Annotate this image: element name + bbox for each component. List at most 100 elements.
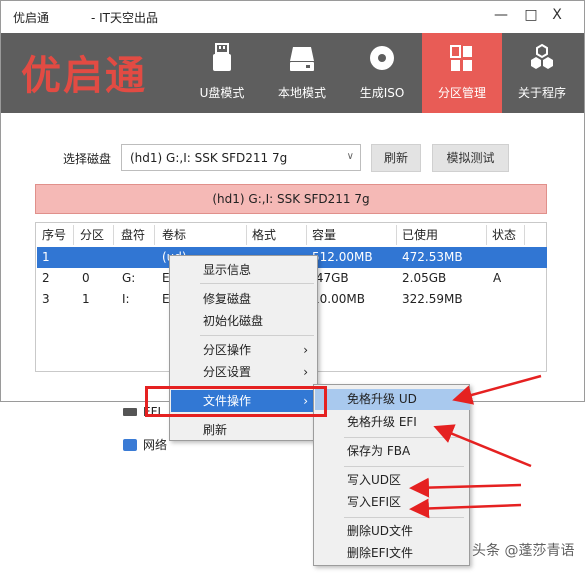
hard-disk-icon <box>290 47 314 71</box>
col-header[interactable]: 格式 <box>252 225 276 245</box>
menu-item-label: 免格升级 EFI <box>347 415 417 429</box>
col-header[interactable]: 容量 <box>312 225 336 245</box>
menu-item-delete-efi[interactable]: 删除EFI文件 <box>315 543 470 564</box>
disc-icon <box>370 46 394 70</box>
window-title: 优启通 <box>13 11 50 25</box>
cell: 0 <box>82 271 90 285</box>
menu-separator <box>344 466 464 467</box>
annotation-highlight-box <box>145 386 327 417</box>
disk-banner: (hd1) G:,I: SSK SFD211 7g <box>35 184 547 214</box>
cell: 512.00MB <box>312 250 373 264</box>
cell: 2 <box>42 271 50 285</box>
col-divider <box>306 225 307 245</box>
usb-drive-icon <box>213 43 231 71</box>
chevron-right-icon: › <box>303 365 308 379</box>
nav-label: 本地模式 <box>277 86 326 100</box>
menu-item-label: 写入UD区 <box>347 473 402 487</box>
col-divider <box>396 225 397 245</box>
col-header[interactable]: 盘符 <box>121 225 145 245</box>
cell: 2.05GB <box>402 271 447 285</box>
cell: 1 <box>42 250 50 264</box>
hexagon-cluster-icon <box>531 43 553 69</box>
disk-select-label: 选择磁盘 <box>63 152 112 166</box>
menu-separator <box>200 283 314 284</box>
partition-grid-icon <box>450 45 472 71</box>
col-divider <box>113 225 114 245</box>
disk-select-value: (hd1) G:,I: SSK SFD211 7g <box>130 151 288 165</box>
nav-label: 分区管理 <box>437 86 486 100</box>
menu-item-label: 初始化磁盘 <box>203 314 264 328</box>
bg-network-label: 网络 <box>143 438 168 452</box>
cell: 322.59MB <box>402 292 463 306</box>
nav-label: U盘模式 <box>199 86 245 100</box>
menu-item-label: 保存为 FBA <box>347 444 411 458</box>
nav-about[interactable]: 关于程序 <box>502 33 582 113</box>
chevron-right-icon: › <box>303 343 308 357</box>
refresh-button[interactable]: 刷新 <box>371 144 421 172</box>
cell: A <box>493 271 502 285</box>
col-divider <box>154 225 155 245</box>
nav-partition-manage[interactable]: 分区管理 <box>422 33 502 113</box>
col-divider <box>486 225 487 245</box>
menu-item-upgrade-efi[interactable]: 免格升级 EFI <box>315 412 470 433</box>
menu-item-init-disk[interactable]: 初始化磁盘 <box>171 310 318 332</box>
minimize-button[interactable]: — <box>491 7 511 23</box>
menu-item-delete-ud[interactable]: 删除UD文件 <box>315 521 470 542</box>
menu-item-label: 删除UD文件 <box>347 524 414 538</box>
menu-item-label: 分区操作 <box>203 343 252 357</box>
col-divider <box>524 225 525 245</box>
menu-item-show-info[interactable]: 显示信息 <box>171 259 318 281</box>
cell: G: <box>122 271 136 285</box>
file-ops-submenu: 免格升级 UD 免格升级 EFI 保存为 FBA 写入UD区 写入EFI区 删除… <box>313 384 470 566</box>
nav-usb-mode[interactable]: U盘模式 <box>182 33 262 113</box>
watermark: 头条 @蓬莎青语 <box>472 543 575 559</box>
title-bar: 优启通 - IT天空出品 — □ X <box>1 1 584 33</box>
menu-item-upgrade-ud[interactable]: 免格升级 UD <box>315 389 470 410</box>
disk-select[interactable]: (hd1) G:,I: SSK SFD211 7g ∨ <box>121 144 361 171</box>
col-header[interactable]: 分区 <box>80 225 104 245</box>
menu-separator <box>344 517 464 518</box>
close-button[interactable]: X <box>547 7 567 23</box>
menu-item-save-fba[interactable]: 保存为 FBA <box>315 441 470 462</box>
menu-item-label: 免格升级 UD <box>347 392 417 406</box>
cell: 10.00MB <box>312 292 365 306</box>
nav-label: 生成ISO <box>359 86 405 100</box>
nav-make-iso[interactable]: 生成ISO <box>342 33 422 113</box>
col-header[interactable]: 卷标 <box>162 225 186 245</box>
menu-item-label: 写入EFI区 <box>347 495 402 509</box>
menu-item-repair-disk[interactable]: 修复磁盘 <box>171 288 318 310</box>
menu-item-partition-settings[interactable]: 分区设置 › <box>171 361 318 383</box>
menu-item-label: 修复磁盘 <box>203 292 252 306</box>
screenshot-root: EFI 网络 优启通 - IT天空出品 — □ X 优启通 U盘模式 本地模式 … <box>0 0 585 574</box>
menu-separator <box>200 335 314 336</box>
nav-label: 关于程序 <box>517 86 566 100</box>
nav-local-mode[interactable]: 本地模式 <box>262 33 342 113</box>
menu-item-label: 显示信息 <box>203 263 252 277</box>
app-logo: 优启通 <box>21 53 147 99</box>
menu-item-label: 删除EFI文件 <box>347 546 414 560</box>
menu-item-write-efi[interactable]: 写入EFI区 <box>315 492 470 513</box>
menu-separator <box>344 437 464 438</box>
chevron-down-icon: ∨ <box>346 151 354 162</box>
menu-item-refresh[interactable]: 刷新 <box>171 419 318 441</box>
bg-network-item[interactable]: 网络 <box>123 436 167 453</box>
cell: 472.53MB <box>402 250 463 264</box>
header-bar: 优启通 U盘模式 本地模式 生成ISO 分区管理 关于程序 <box>1 33 584 113</box>
menu-item-label: 分区设置 <box>203 365 252 379</box>
drive-icon <box>123 408 137 416</box>
window-publisher: - IT天空出品 <box>91 11 159 25</box>
menu-item-label: 刷新 <box>203 423 228 437</box>
col-divider <box>246 225 247 245</box>
col-divider <box>73 225 74 245</box>
col-header[interactable]: 状态 <box>492 225 516 245</box>
menu-item-write-ud[interactable]: 写入UD区 <box>315 470 470 491</box>
maximize-button[interactable]: □ <box>521 7 541 23</box>
simulate-test-button[interactable]: 模拟测试 <box>432 144 509 172</box>
cell: 1 <box>82 292 90 306</box>
col-header[interactable]: 已使用 <box>402 225 438 245</box>
menu-item-partition-ops[interactable]: 分区操作 › <box>171 339 318 361</box>
network-icon <box>123 438 137 451</box>
cell: 3 <box>42 292 50 306</box>
cell: I: <box>122 292 130 306</box>
col-header[interactable]: 序号 <box>42 225 66 245</box>
